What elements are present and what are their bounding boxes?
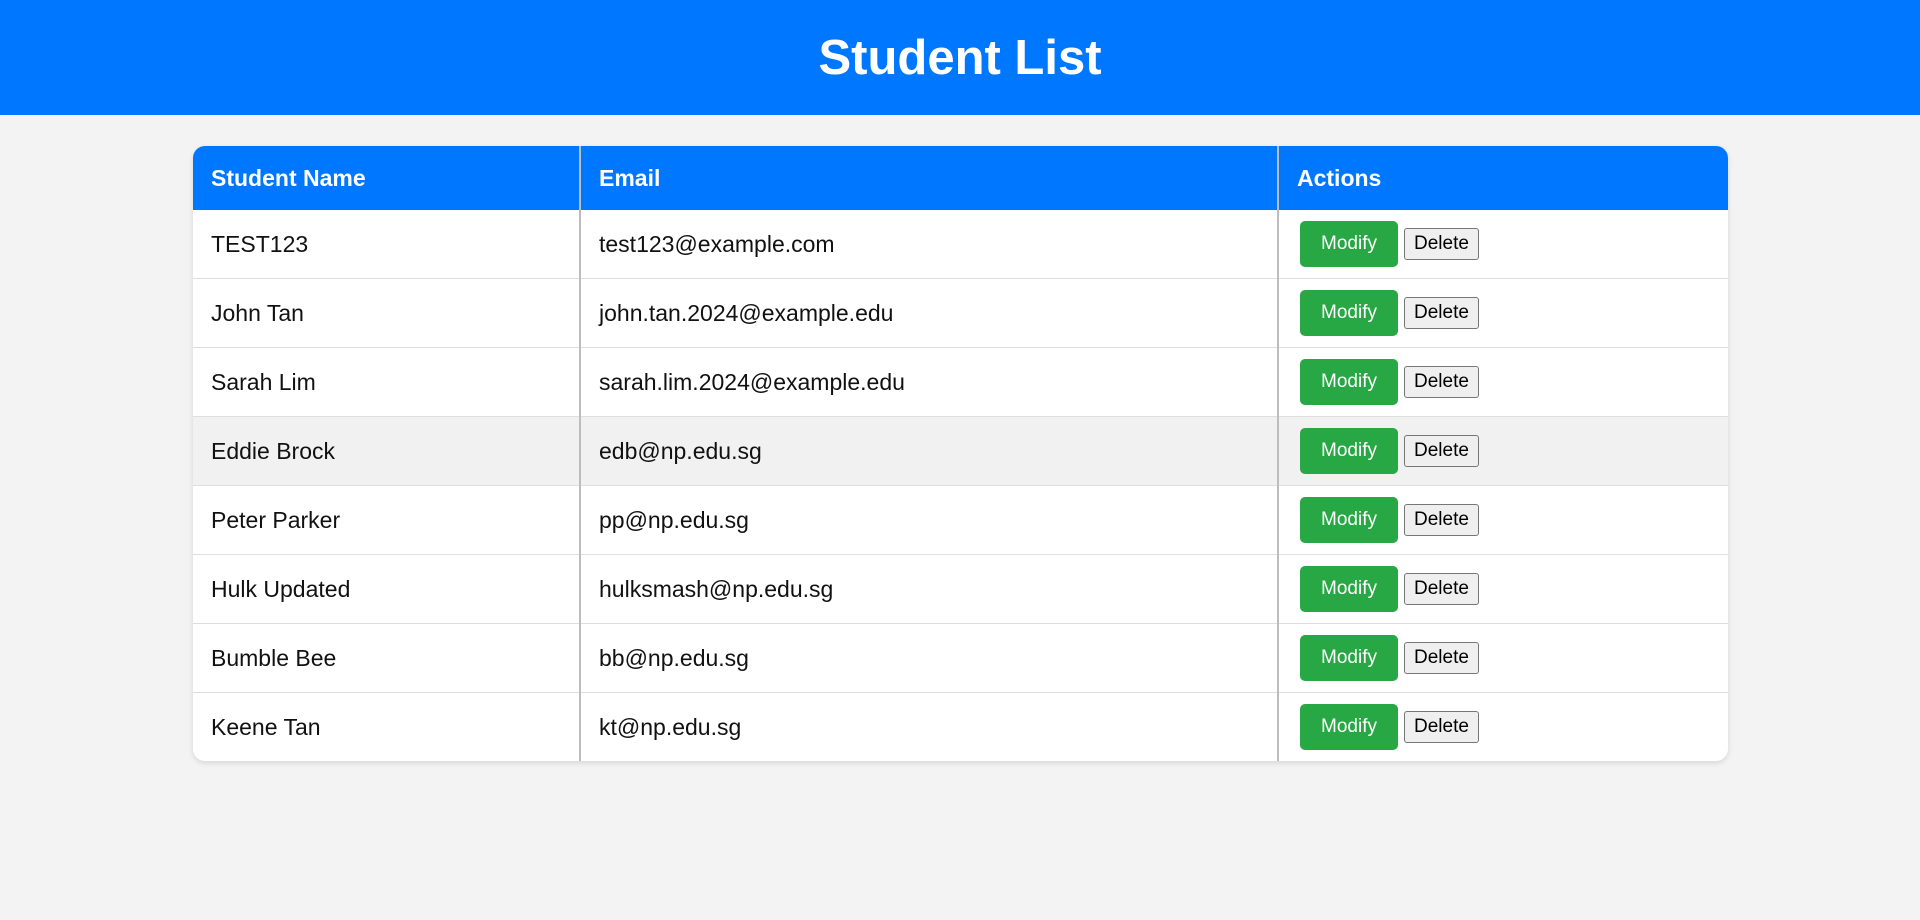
student-name-cell: Eddie Brock xyxy=(193,416,581,486)
modify-button[interactable]: Modify xyxy=(1300,290,1398,336)
table-row-hovered: Eddie Brock edb@np.edu.sg Modify Delete xyxy=(193,416,1728,486)
modify-button[interactable]: Modify xyxy=(1300,359,1398,405)
modify-button[interactable]: Modify xyxy=(1300,635,1398,681)
delete-button[interactable]: Delete xyxy=(1404,711,1479,743)
page-title: Student List xyxy=(818,30,1102,85)
actions-cell: Modify Delete xyxy=(1278,485,1728,555)
delete-button[interactable]: Delete xyxy=(1404,435,1479,467)
student-name-cell: Keene Tan xyxy=(193,692,581,761)
student-name-cell: Sarah Lim xyxy=(193,347,581,417)
table-row: TEST123 test123@example.com Modify Delete xyxy=(193,210,1728,279)
table-row: Bumble Bee bb@np.edu.sg Modify Delete xyxy=(193,623,1728,693)
student-email-cell: pp@np.edu.sg xyxy=(580,485,1279,555)
actions-cell: Modify Delete xyxy=(1278,416,1728,486)
student-email-cell: test123@example.com xyxy=(580,210,1279,279)
table-row: Keene Tan kt@np.edu.sg Modify Delete xyxy=(193,692,1728,761)
student-name-cell: Peter Parker xyxy=(193,485,581,555)
student-table-container: Student Name Email Actions TEST123 test1… xyxy=(193,146,1728,761)
modify-button[interactable]: Modify xyxy=(1300,566,1398,612)
table-row: Hulk Updated hulksmash@np.edu.sg Modify D… xyxy=(193,554,1728,624)
student-email-cell: sarah.lim.2024@example.edu xyxy=(580,347,1279,417)
delete-button[interactable]: Delete xyxy=(1404,228,1479,260)
student-name-cell: TEST123 xyxy=(193,210,581,279)
student-email-cell: kt@np.edu.sg xyxy=(580,692,1279,761)
modify-button[interactable]: Modify xyxy=(1300,221,1398,267)
actions-cell: Modify Delete xyxy=(1278,623,1728,693)
delete-button[interactable]: Delete xyxy=(1404,504,1479,536)
delete-button[interactable]: Delete xyxy=(1404,297,1479,329)
delete-button[interactable]: Delete xyxy=(1404,366,1479,398)
table-header-row: Student Name Email Actions xyxy=(193,146,1728,210)
delete-button[interactable]: Delete xyxy=(1404,573,1479,605)
student-name-cell: Bumble Bee xyxy=(193,623,581,693)
delete-button[interactable]: Delete xyxy=(1404,642,1479,674)
column-header-student-name: Student Name xyxy=(193,146,581,210)
student-name-cell: John Tan xyxy=(193,278,581,348)
modify-button[interactable]: Modify xyxy=(1300,704,1398,750)
actions-cell: Modify Delete xyxy=(1278,692,1728,761)
student-name-cell: Hulk Updated xyxy=(193,554,581,624)
actions-cell: Modify Delete xyxy=(1278,347,1728,417)
table-row: Peter Parker pp@np.edu.sg Modify Delete xyxy=(193,485,1728,555)
modify-button[interactable]: Modify xyxy=(1300,497,1398,543)
table-row: John Tan john.tan.2024@example.edu Modif… xyxy=(193,278,1728,348)
modify-button[interactable]: Modify xyxy=(1300,428,1398,474)
column-header-actions: Actions xyxy=(1278,146,1728,210)
student-email-cell: john.tan.2024@example.edu xyxy=(580,278,1279,348)
student-email-cell: bb@np.edu.sg xyxy=(580,623,1279,693)
student-table: Student Name Email Actions TEST123 test1… xyxy=(193,146,1728,761)
column-header-email: Email xyxy=(580,146,1279,210)
actions-cell: Modify Delete xyxy=(1278,210,1728,279)
table-row: Sarah Lim sarah.lim.2024@example.edu Mod… xyxy=(193,347,1728,417)
student-email-cell: hulksmash@np.edu.sg xyxy=(580,554,1279,624)
actions-cell: Modify Delete xyxy=(1278,278,1728,348)
actions-cell: Modify Delete xyxy=(1278,554,1728,624)
student-email-cell: edb@np.edu.sg xyxy=(580,416,1279,486)
page-header: Student List xyxy=(0,0,1920,115)
